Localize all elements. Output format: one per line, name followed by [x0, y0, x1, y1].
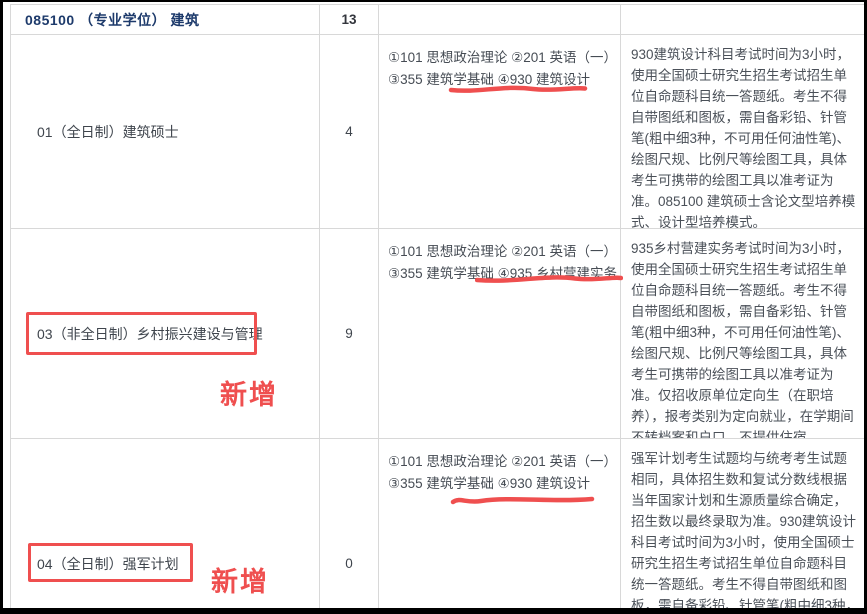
exam-subjects-line: ①101 思想政治理论 ②201 英语（一）: [388, 47, 616, 69]
remarks-cell: 935乡村营建实务考试时间为3小时，使用全国硕士研究生招生考试招生单位自命题科目…: [621, 229, 864, 439]
exam-subjects-line: ③355 建筑学基础 ④935 乡村营建实务: [388, 263, 616, 285]
table-row: 01（全日制）建筑硕士 4 ①101 思想政治理论 ②201 英语（一） ③35…: [11, 35, 864, 229]
exam-subjects-cell: ①101 思想政治理论 ②201 英语（一） ③355 建筑学基础 ④930 建…: [379, 439, 621, 608]
program-cell: 01（全日制）建筑硕士: [11, 35, 320, 229]
table-row: 04（全日制）强军计划 0 ①101 思想政治理论 ②201 英语（一） ③35…: [11, 439, 864, 608]
program-cell: 085100 （专业学位） 建筑: [11, 5, 320, 35]
table-row-summary: 085100 （专业学位） 建筑 13: [11, 5, 864, 35]
exam-subjects-line: ③355 建筑学基础 ④930 建筑设计: [388, 473, 616, 495]
enrollment-count-cell: 13: [320, 5, 379, 35]
exam-subjects-cell: ①101 思想政治理论 ②201 英语（一） ③355 建筑学基础 ④930 建…: [379, 35, 621, 229]
enrollment-count-cell: 9: [320, 229, 379, 439]
exam-subjects-line: ①101 思想政治理论 ②201 英语（一）: [388, 451, 616, 473]
enrollment-count-cell: 0: [320, 439, 379, 608]
remarks-cell: 930建筑设计科目考试时间为3小时，使用全国硕士研究生招生考试招生单位自命题科目…: [621, 35, 864, 229]
exam-subjects-cell: [379, 5, 621, 35]
exam-subjects-line: ①101 思想政治理论 ②201 英语（一）: [388, 241, 616, 263]
program-cell: 03（非全日制）乡村振兴建设与管理: [11, 229, 320, 439]
admissions-table-page: 085100 （专业学位） 建筑 13 01（全日制）建筑硕士 4 ①101 思…: [3, 2, 864, 608]
program-cell: 04（全日制）强军计划: [11, 439, 320, 608]
exam-subjects-line: ③355 建筑学基础 ④930 建筑设计: [388, 69, 616, 91]
remarks-cell: [621, 5, 864, 35]
admissions-table: 085100 （专业学位） 建筑 13 01（全日制）建筑硕士 4 ①101 思…: [10, 4, 864, 608]
remarks-cell: 强军计划考生试题均与统考考生试题相同，具体招生数和复试分数线根据当年国家计划和生…: [621, 439, 864, 608]
exam-subjects-cell: ①101 思想政治理论 ②201 英语（一） ③355 建筑学基础 ④935 乡…: [379, 229, 621, 439]
enrollment-count-cell: 4: [320, 35, 379, 229]
table-row: 03（非全日制）乡村振兴建设与管理 9 ①101 思想政治理论 ②201 英语（…: [11, 229, 864, 439]
